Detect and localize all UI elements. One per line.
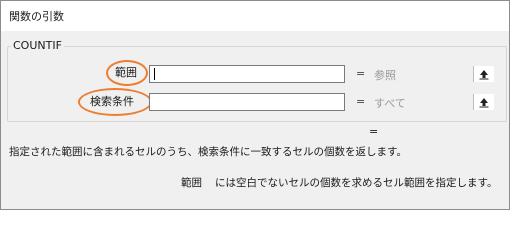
dialog-title: 関数の引数 [9,10,64,23]
argument-description-name: 範囲 [181,177,202,189]
equals-sign: = [356,67,366,80]
argument-label-range: 範囲 [115,66,137,79]
text-caret [154,68,155,80]
collapse-dialog-icon [479,98,489,108]
range-collapse-button[interactable] [473,66,494,82]
criteria-input[interactable] [149,93,494,111]
argument-label-criteria: 検索条件 [90,95,134,108]
criteria-collapse-button[interactable] [473,94,494,110]
function-arguments-dialog: 関数の引数 COUNTIF 範囲 = 参照 検索条件 = すべて = 指定された… [0,0,510,210]
equals-sign: = [356,95,366,108]
range-hint: 参照 [374,69,396,82]
range-input[interactable] [149,65,494,83]
function-description: 指定された範囲に含まれるセルのうち、検索条件に一致するセルの個数を返します。 [9,146,407,158]
title-bar[interactable]: 関数の引数 [1,1,509,31]
function-name: COUNTIF [11,39,64,52]
argument-description-text: には空白でないセルの個数を求めるセル範囲を指定します。 [215,177,498,189]
result-equals: = [369,125,379,138]
criteria-hint: すべて [374,97,406,110]
collapse-dialog-icon [479,70,489,80]
